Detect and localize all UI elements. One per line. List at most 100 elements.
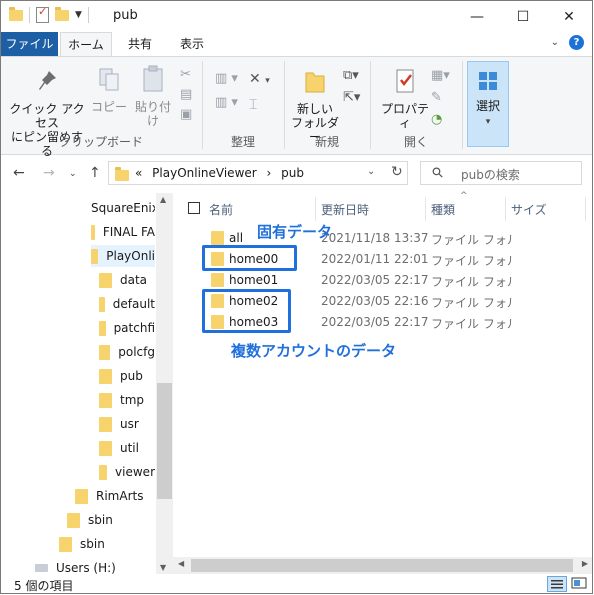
file-list-horizontal-scrollbar[interactable]: ◀ ▶ bbox=[173, 557, 592, 574]
edit-icon[interactable]: ✎ bbox=[431, 87, 450, 109]
back-arrow-icon[interactable]: ← bbox=[13, 165, 25, 181]
nav-item-label: usr bbox=[120, 417, 139, 431]
details-view-button[interactable] bbox=[547, 576, 567, 592]
nav-pane-scrollbar[interactable]: ▲ ▼ bbox=[156, 193, 173, 574]
nav-item-label: pub bbox=[120, 369, 143, 383]
pin-icon bbox=[39, 71, 56, 90]
address-bar[interactable]: « PlayOnlineViewer › pub ⌄ ↻ bbox=[108, 161, 408, 185]
nav-item-playonline[interactable]: PlayOnli bbox=[91, 245, 155, 267]
paste-button[interactable]: 貼り付け bbox=[131, 65, 175, 128]
nav-item-rimarts[interactable]: RimArts bbox=[75, 485, 155, 507]
column-divider[interactable] bbox=[585, 197, 586, 221]
organize-group: ▥ ▾ ▥ ▾ ✕ ▾ ⌶ 整理 bbox=[203, 57, 283, 154]
folder-icon bbox=[91, 248, 99, 264]
scroll-left-icon[interactable]: ◀ bbox=[178, 559, 184, 568]
properties-label: プロパティ bbox=[380, 102, 429, 130]
folder-icon bbox=[99, 272, 112, 288]
item-count: 5 個の項目 bbox=[14, 579, 74, 593]
scroll-up-icon[interactable]: ▲ bbox=[160, 195, 166, 204]
maximize-button[interactable]: ☐ bbox=[500, 1, 546, 32]
nav-item-default[interactable]: default bbox=[99, 293, 155, 315]
refresh-icon[interactable]: ↻ bbox=[391, 164, 403, 180]
nav-item-sbin-root[interactable]: sbin bbox=[59, 533, 155, 555]
folder-icon bbox=[91, 224, 95, 240]
paste-label: 貼り付け bbox=[134, 100, 171, 128]
select-button[interactable]: 選択 ▾ bbox=[467, 61, 509, 147]
customize-toolbar-chevron-icon[interactable]: ▼ bbox=[75, 10, 82, 20]
minimize-button[interactable]: — bbox=[454, 1, 500, 32]
copy-to-icon[interactable]: ▥ ▾ bbox=[215, 91, 238, 115]
collapse-ribbon-chevron-icon[interactable]: ⌄ bbox=[551, 37, 559, 48]
delete-icon[interactable]: ✕ ▾ bbox=[249, 67, 270, 93]
open-icon[interactable]: ▦▾ bbox=[431, 65, 450, 87]
copy-button[interactable]: コピー bbox=[91, 67, 127, 114]
breadcrumb-item-pub[interactable]: pub bbox=[281, 166, 304, 180]
nav-item-label: viewer bbox=[115, 465, 155, 479]
column-header-name[interactable]: 名前 bbox=[209, 201, 233, 225]
search-box[interactable]: ⚲ pubの検索 bbox=[420, 161, 582, 185]
copy-path-icon[interactable]: ▤ bbox=[180, 85, 192, 105]
tab-file[interactable]: ファイル bbox=[1, 32, 58, 56]
scroll-down-icon[interactable]: ▼ bbox=[160, 563, 166, 572]
scrollbar-thumb[interactable] bbox=[157, 383, 172, 499]
copy-icon bbox=[99, 68, 119, 91]
nav-item-usr[interactable]: usr bbox=[99, 413, 155, 435]
properties-icon[interactable] bbox=[36, 5, 49, 23]
move-to-icon[interactable]: ▥ ▾ bbox=[215, 67, 238, 91]
column-divider[interactable] bbox=[315, 197, 316, 221]
column-header-type[interactable]: 種類 bbox=[431, 201, 455, 225]
breadcrumb-item-playonlineviewer[interactable]: PlayOnlineViewer bbox=[152, 166, 257, 180]
open-tools: ▦▾ ✎ ◔ bbox=[431, 65, 450, 131]
new-item-tools: ⧉▾ ⇱▾ bbox=[343, 65, 360, 109]
breadcrumb-separator[interactable]: › bbox=[267, 166, 272, 180]
tab-home[interactable]: ホーム bbox=[60, 32, 112, 56]
help-icon[interactable]: ? bbox=[569, 35, 584, 50]
clipboard-group: クイック アクセス にピン留めする コピー 貼り付け ✂ ▤ ▣ クリップボード bbox=[1, 57, 201, 158]
scroll-right-icon[interactable]: ▶ bbox=[582, 559, 588, 568]
nav-item-label: sbin bbox=[80, 537, 105, 551]
select-all-checkbox[interactable] bbox=[188, 202, 200, 214]
nav-item-polcfg[interactable]: polcfg bbox=[99, 341, 155, 363]
nav-item-label: data bbox=[120, 273, 148, 287]
window-controls: — ☐ ✕ bbox=[454, 1, 592, 32]
scrollbar-thumb[interactable] bbox=[191, 559, 573, 572]
easy-access-icon[interactable]: ⇱▾ bbox=[343, 87, 360, 109]
nav-item-tmp[interactable]: tmp bbox=[99, 389, 155, 411]
sort-chevron-up-icon: ^ bbox=[460, 191, 468, 201]
rename-icon[interactable]: ⌶ bbox=[249, 93, 270, 117]
file-row-home01[interactable]: home01 2022/03/05 22:17 ファイル フォルダー bbox=[173, 269, 592, 290]
new-folder-icon[interactable] bbox=[55, 6, 69, 21]
file-type: ファイル フォルダー bbox=[431, 275, 513, 289]
nav-item-patchfiles[interactable]: patchfi bbox=[99, 317, 155, 339]
column-header-size[interactable]: サイズ bbox=[511, 201, 547, 225]
tab-share[interactable]: 共有 bbox=[117, 32, 163, 56]
tab-view[interactable]: 表示 bbox=[169, 32, 215, 56]
column-divider[interactable] bbox=[425, 197, 426, 221]
history-icon[interactable]: ◔ bbox=[431, 109, 450, 131]
clipboard-small-tools: ✂ ▤ ▣ bbox=[180, 65, 192, 125]
nav-item-util[interactable]: util bbox=[99, 437, 155, 459]
nav-item-pub[interactable]: pub bbox=[99, 365, 155, 387]
nav-item-sbin[interactable]: sbin bbox=[67, 509, 155, 531]
file-date: 2022/01/11 22:01 bbox=[321, 252, 429, 266]
close-button[interactable]: ✕ bbox=[546, 1, 592, 32]
recent-locations-chevron-icon[interactable]: ⌄ bbox=[69, 169, 77, 179]
paste-shortcut-icon[interactable]: ▣ bbox=[180, 105, 192, 125]
new-item-icon[interactable]: ⧉▾ bbox=[343, 65, 360, 87]
cut-icon[interactable]: ✂ bbox=[180, 65, 192, 85]
column-divider[interactable] bbox=[505, 197, 506, 221]
nav-item-data[interactable]: data bbox=[99, 269, 155, 291]
breadcrumb-overflow[interactable]: « bbox=[135, 166, 142, 180]
nav-item-final-fantasy[interactable]: FINAL FA bbox=[91, 221, 155, 243]
address-dropdown-chevron-icon[interactable]: ⌄ bbox=[367, 166, 375, 177]
nav-item-label: patchfi bbox=[113, 321, 155, 335]
forward-arrow-icon[interactable]: → bbox=[43, 165, 55, 181]
select-label: 選択 bbox=[475, 99, 500, 113]
nav-item-viewer[interactable]: viewer bbox=[99, 461, 155, 483]
file-type: ファイル フォルダー bbox=[431, 254, 513, 268]
up-arrow-icon[interactable]: ↑ bbox=[89, 165, 101, 181]
large-icons-view-button[interactable] bbox=[570, 576, 590, 592]
properties-button[interactable]: プロパティ bbox=[377, 67, 433, 130]
highlight-box-unique bbox=[202, 245, 297, 271]
nav-item-squareenix[interactable]: SquareEnix bbox=[83, 197, 155, 219]
